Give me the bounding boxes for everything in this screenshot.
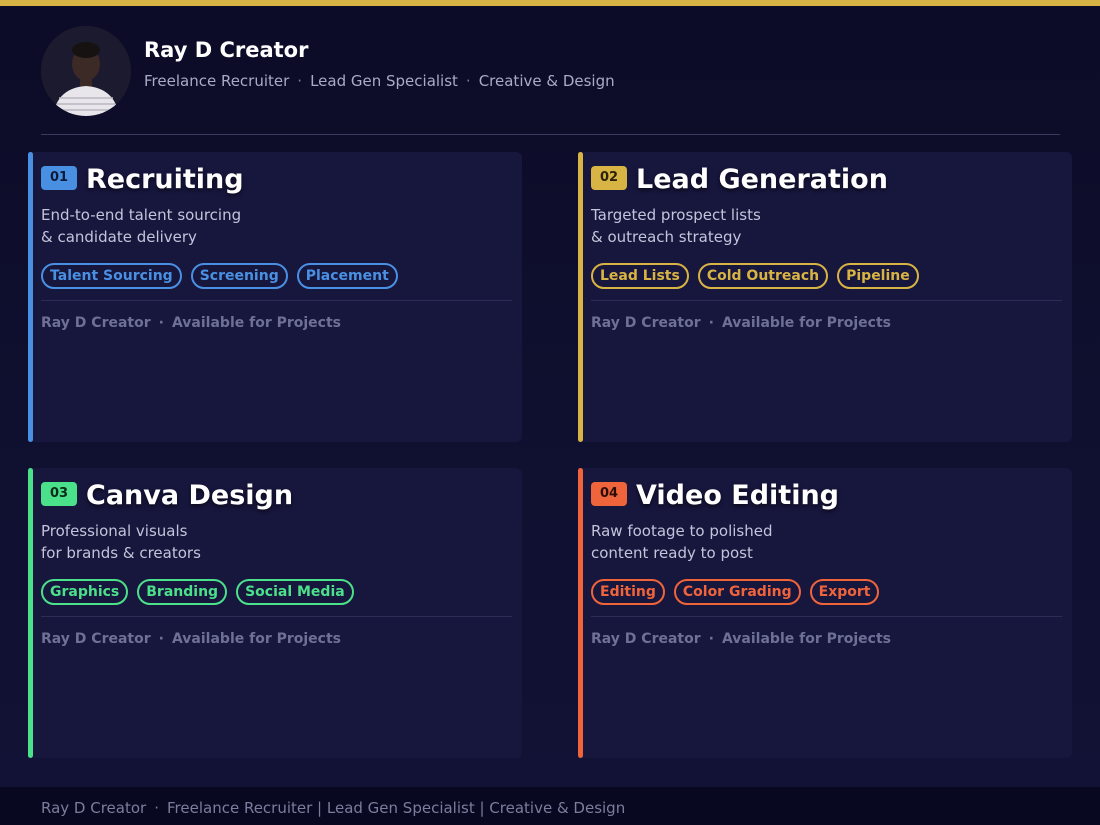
card-number-badge: 04 bbox=[591, 482, 627, 506]
tag: Placement bbox=[296, 263, 398, 289]
description-line: & outreach strategy bbox=[591, 228, 742, 246]
description-line: content ready to post bbox=[591, 544, 753, 562]
service-card-lead-generation: 02 Lead Generation Targeted prospect lis… bbox=[578, 152, 1072, 442]
card-tags: Editing Color Grading Export bbox=[591, 579, 880, 605]
separator: · bbox=[158, 631, 164, 647]
separator: · bbox=[154, 799, 159, 817]
tag: Graphics bbox=[41, 579, 129, 605]
card-accent-bar bbox=[578, 152, 583, 442]
tag: Cold Outreach bbox=[697, 263, 829, 289]
description-line: for brands & creators bbox=[41, 544, 201, 562]
card-footer-name: Ray D Creator bbox=[41, 631, 151, 647]
role-label: Creative & Design bbox=[478, 72, 615, 90]
separator: · bbox=[708, 315, 714, 331]
card-footer: Ray D Creator · Available for Projects bbox=[591, 315, 891, 331]
separator: · bbox=[465, 72, 471, 90]
tag: Editing bbox=[591, 579, 665, 605]
service-card-video-editing: 04 Video Editing Raw footage to polished… bbox=[578, 468, 1072, 758]
separator: · bbox=[158, 315, 164, 331]
card-number-badge: 01 bbox=[41, 166, 77, 190]
footer-name: Ray D Creator bbox=[41, 799, 147, 817]
tag: Talent Sourcing bbox=[41, 263, 182, 289]
card-footer-name: Ray D Creator bbox=[41, 315, 151, 331]
tag: Screening bbox=[190, 263, 288, 289]
page: Ray D Creator Freelance Recruiter · Lead G… bbox=[0, 6, 1100, 787]
card-footer: Ray D Creator · Available for Projects bbox=[591, 631, 891, 647]
card-title: Lead Generation bbox=[636, 164, 888, 195]
avatar bbox=[41, 26, 131, 116]
header-divider bbox=[41, 134, 1060, 135]
profile-name: Ray D Creator bbox=[144, 38, 309, 62]
card-footer-name: Ray D Creator bbox=[591, 315, 701, 331]
footer-text: Ray D Creator · Freelance Recruiter | Lead… bbox=[41, 799, 625, 817]
profile-roles: Freelance Recruiter · Lead Gen Specialist ·… bbox=[144, 72, 615, 90]
card-title: Recruiting bbox=[86, 164, 244, 195]
separator: · bbox=[297, 72, 303, 90]
card-number-badge: 02 bbox=[591, 166, 627, 190]
card-number-badge: 03 bbox=[41, 482, 77, 506]
page-footer: Ray D Creator · Freelance Recruiter | Lead… bbox=[0, 787, 1100, 825]
description-line: End-to-end talent sourcing bbox=[41, 206, 242, 224]
tag: Lead Lists bbox=[591, 263, 689, 289]
profile-header: Ray D Creator Freelance Recruiter · Lead G… bbox=[41, 24, 1060, 134]
card-accent-bar bbox=[28, 468, 33, 758]
card-footer-status: Available for Projects bbox=[721, 315, 892, 331]
role-label: Lead Gen Specialist bbox=[310, 72, 458, 90]
card-divider bbox=[591, 616, 1062, 617]
card-footer-status: Available for Projects bbox=[721, 631, 892, 647]
separator: · bbox=[708, 631, 714, 647]
card-footer: Ray D Creator · Available for Projects bbox=[41, 631, 341, 647]
description-line: Professional visuals bbox=[41, 522, 188, 540]
card-tags: Lead Lists Cold Outreach Pipeline bbox=[591, 263, 919, 289]
description-line: Targeted prospect lists bbox=[591, 206, 761, 224]
card-footer-status: Available for Projects bbox=[171, 315, 342, 331]
tag: Pipeline bbox=[837, 263, 919, 289]
card-title: Video Editing bbox=[636, 480, 840, 511]
card-accent-bar bbox=[28, 152, 33, 442]
tag: Color Grading bbox=[673, 579, 801, 605]
card-footer: Ray D Creator · Available for Projects bbox=[41, 315, 341, 331]
card-description: Raw footage to polished content ready to… bbox=[591, 520, 772, 564]
card-footer-name: Ray D Creator bbox=[591, 631, 701, 647]
card-divider bbox=[41, 300, 512, 301]
card-description: Targeted prospect lists & outreach strat… bbox=[591, 204, 761, 248]
profile-photo-icon bbox=[41, 26, 131, 116]
service-card-recruiting: 01 Recruiting End-to-end talent sourcing… bbox=[28, 152, 522, 442]
card-accent-bar bbox=[578, 468, 583, 758]
card-divider bbox=[41, 616, 512, 617]
card-description: End-to-end talent sourcing & candidate d… bbox=[41, 204, 241, 248]
card-tags: Graphics Branding Social Media bbox=[41, 579, 354, 605]
role-label: Freelance Recruiter bbox=[144, 72, 290, 90]
card-footer-status: Available for Projects bbox=[171, 631, 342, 647]
card-description: Professional visuals for brands & creato… bbox=[41, 520, 201, 564]
description-line: Raw footage to polished bbox=[591, 522, 773, 540]
service-card-canva-design: 03 Canva Design Professional visuals for… bbox=[28, 468, 522, 758]
card-title: Canva Design bbox=[86, 480, 294, 511]
card-divider bbox=[591, 300, 1062, 301]
tag: Social Media bbox=[236, 579, 354, 605]
tag: Export bbox=[809, 579, 880, 605]
tag: Branding bbox=[137, 579, 228, 605]
description-line: & candidate delivery bbox=[41, 228, 197, 246]
card-tags: Talent Sourcing Screening Placement bbox=[41, 263, 398, 289]
footer-roles: Freelance Recruiter | Lead Gen Specialis… bbox=[167, 799, 626, 817]
